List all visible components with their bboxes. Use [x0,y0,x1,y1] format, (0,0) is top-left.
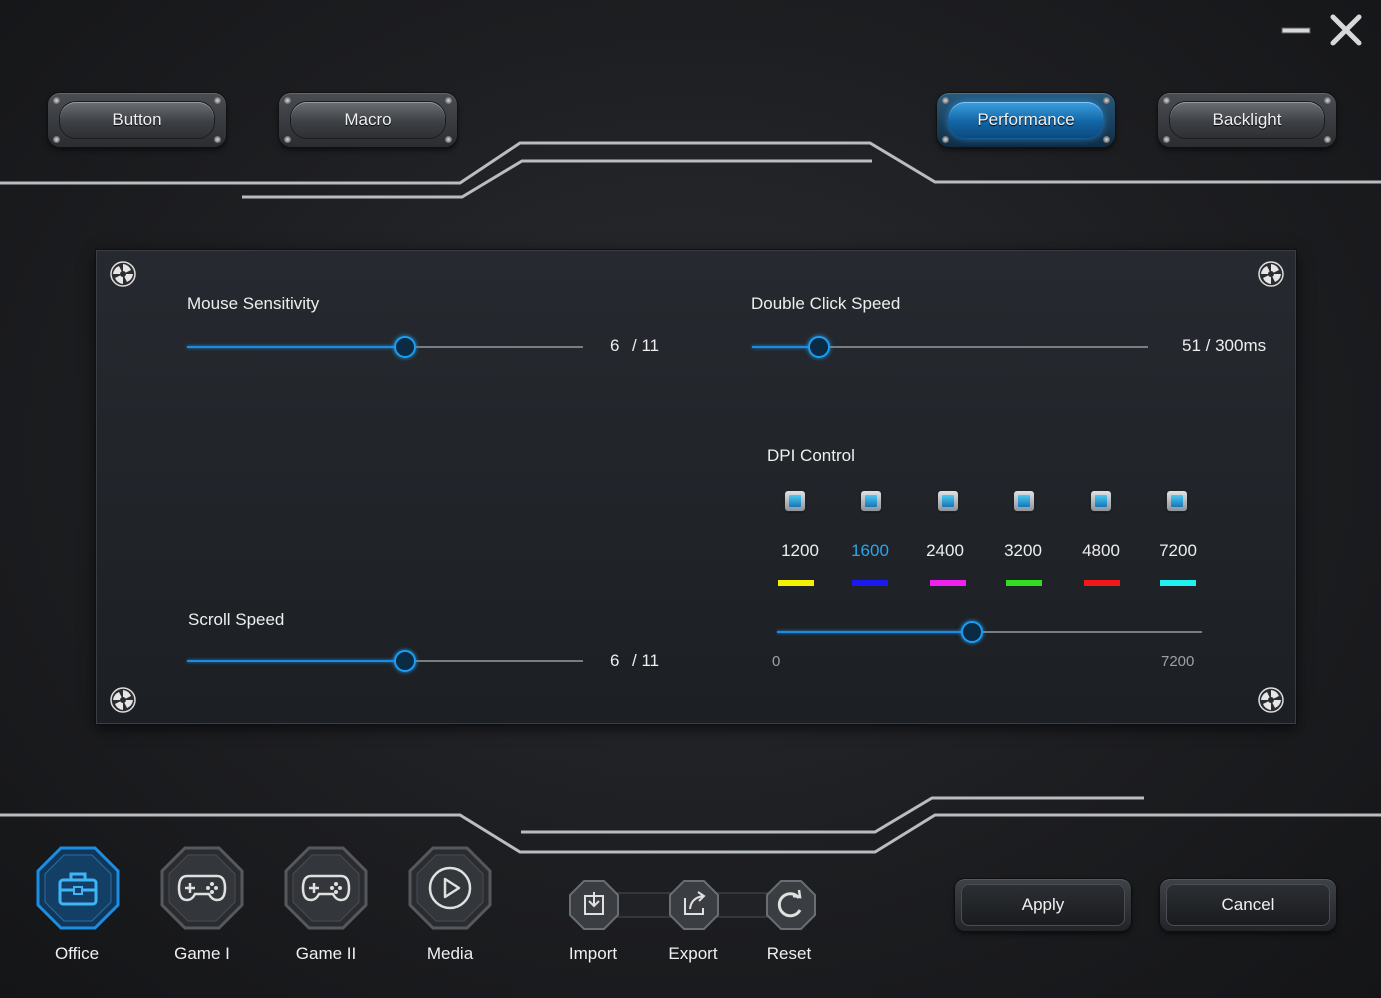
dpi-level-1600[interactable]: 1600 [840,541,900,561]
tab-backlight[interactable]: Backlight [1158,93,1336,147]
fan-icon [1258,687,1284,713]
profile-game-1[interactable] [160,846,244,930]
minimize-button[interactable] [1278,12,1314,48]
play-icon [428,866,472,910]
profile-game-2-label: Game II [295,944,357,963]
dpi-color-bar [852,580,888,586]
gamepad-icon [301,874,351,902]
import-button[interactable] [569,880,619,930]
reset-label: Reset [766,944,812,963]
tab-macro-label: Macro [291,102,445,138]
scroll-speed-max: / 11 [632,651,660,670]
dpi-control-label: DPI Control [767,446,855,465]
mouse-sensitivity-slider[interactable] [187,335,583,359]
profile-media-label: Media [426,944,474,963]
cancel-button[interactable]: Cancel [1160,879,1336,931]
mouse-sensitivity-value: 6 [610,336,620,355]
dpi-color-bar [1084,580,1120,586]
dpi-level-1200[interactable]: 1200 [770,541,830,561]
tab-performance[interactable]: Performance [937,93,1115,147]
double-click-speed-label: Double Click Speed [751,294,901,313]
fan-icon [110,687,136,713]
slider-thumb[interactable] [394,336,416,358]
gamepad-icon [177,874,227,902]
tab-button[interactable]: Button [48,93,226,147]
slider-thumb[interactable] [394,650,416,672]
dpi-checkbox-3200[interactable] [1014,491,1034,511]
mouse-sensitivity-label: Mouse Sensitivity [187,294,320,313]
slider-thumb[interactable] [808,336,830,358]
dpi-level-3200[interactable]: 3200 [993,541,1053,561]
slider-fill [187,346,405,348]
cancel-button-label: Cancel [1166,884,1330,926]
profile-game-1-label: Game I [174,944,230,963]
tab-backlight-label: Backlight [1170,102,1324,138]
tab-macro[interactable]: Macro [279,93,457,147]
mouse-sensitivity-max: / 11 [632,336,660,355]
apply-button-label: Apply [961,884,1125,926]
tab-button-label: Button [60,102,214,138]
dpi-color-bar [1160,580,1196,586]
slider-thumb[interactable] [961,621,983,643]
close-button[interactable] [1328,12,1364,48]
profile-office[interactable] [36,846,120,930]
slider-fill [187,660,405,662]
double-click-speed-slider[interactable] [752,335,1148,359]
dpi-color-bar [1006,580,1042,586]
profile-office-label: Office [54,944,100,963]
dpi-checkbox-2400[interactable] [938,491,958,511]
dpi-checkbox-1200[interactable] [785,491,805,511]
fan-icon [1258,261,1284,287]
apply-button[interactable]: Apply [955,879,1131,931]
scroll-speed-label: Scroll Speed [188,610,285,629]
dpi-slider[interactable] [777,620,1202,644]
dpi-checkbox-1600[interactable] [861,491,881,511]
app-window: Button Macro Performance Backlight Mouse… [0,0,1381,998]
scroll-speed-slider[interactable] [187,649,583,673]
reset-button[interactable] [766,880,816,930]
dpi-checkbox-4800[interactable] [1091,491,1111,511]
export-label: Export [668,944,718,963]
dpi-color-bar [778,580,814,586]
toolbox-icon [58,872,98,906]
dpi-level-2400[interactable]: 2400 [915,541,975,561]
export-button[interactable] [669,880,719,930]
dpi-checkbox-7200[interactable] [1167,491,1187,511]
fan-icon [110,261,136,287]
reset-icon [766,880,816,930]
dpi-slider-min: 0 [772,653,781,670]
import-icon [569,880,619,930]
close-icon [1330,14,1362,46]
dpi-level-7200[interactable]: 7200 [1148,541,1208,561]
scroll-speed-value: 6 [610,651,620,670]
import-label: Import [568,944,618,963]
minimize-icon [1281,27,1311,34]
profile-media[interactable] [408,846,492,930]
tab-performance-label: Performance [949,102,1103,138]
double-click-speed-value: 51 / 300ms [1182,336,1267,355]
profile-game-2[interactable] [284,846,368,930]
export-icon [669,880,719,930]
dpi-color-bar [930,580,966,586]
dpi-slider-max: 7200 [1161,653,1195,670]
slider-fill [777,631,972,633]
dpi-level-4800[interactable]: 4800 [1071,541,1131,561]
